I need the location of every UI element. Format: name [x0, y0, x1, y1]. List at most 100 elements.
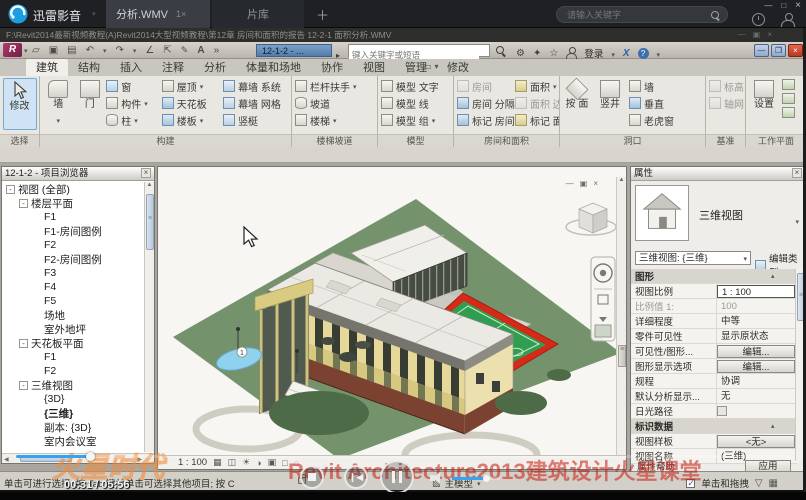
- property-value[interactable]: <无>: [717, 435, 795, 448]
- modify-button[interactable]: 修改: [3, 78, 37, 130]
- active-view-box[interactable]: 12-1-2 - ...: [256, 44, 332, 57]
- property-row[interactable]: 可见性/图形... 编辑...: [631, 344, 797, 359]
- property-row[interactable]: 视图样板 <无>: [631, 434, 797, 449]
- component-button[interactable]: 构件: [105, 95, 159, 111]
- property-row[interactable]: 日光路径: [631, 404, 797, 419]
- undo-icon[interactable]: [86, 44, 94, 58]
- ceiling-button[interactable]: 天花板: [161, 95, 220, 111]
- window-button[interactable]: 窗: [105, 78, 159, 94]
- infocenter-search-box[interactable]: [348, 44, 490, 57]
- ribbon-tab[interactable]: 插入: [110, 59, 152, 76]
- player-seekbar[interactable]: [16, 455, 790, 458]
- volume-icon[interactable]: [430, 472, 444, 484]
- roof-caret-icon[interactable]: [200, 81, 204, 92]
- infocenter-search-icon[interactable]: [496, 46, 506, 56]
- property-value[interactable]: 无: [717, 390, 795, 403]
- panel-label-room-area[interactable]: 房间和面积: [454, 134, 559, 147]
- ribbon-tab[interactable]: 注释: [152, 59, 194, 76]
- player-tab-video[interactable]: 分析.WMV 1×: [106, 0, 210, 28]
- tree-item[interactable]: {3D}: [2, 392, 145, 406]
- revit-menu-caret-icon[interactable]: [24, 47, 28, 55]
- detail-level-icon[interactable]: ▦: [213, 457, 222, 468]
- floor-caret-icon[interactable]: [200, 115, 204, 126]
- tree-item[interactable]: F4: [2, 280, 145, 294]
- show-workplane-icon[interactable]: [782, 79, 795, 90]
- ribbon-tab[interactable]: 协作: [311, 59, 353, 76]
- ribbon-tab[interactable]: 结构: [68, 59, 110, 76]
- previous-button[interactable]: ❙◀: [344, 465, 368, 489]
- property-row[interactable]: 零件可见性 显示原状态: [631, 329, 797, 344]
- mullion-button[interactable]: 竖梃: [222, 112, 289, 128]
- area-button[interactable]: 面积: [514, 78, 559, 94]
- volume-knob[interactable]: [483, 475, 490, 482]
- tag-icon[interactable]: [181, 44, 189, 58]
- property-row[interactable]: 图形: [631, 269, 797, 284]
- player-minimize-button[interactable]: [764, 1, 772, 10]
- set-workplane-button[interactable]: 设置: [748, 78, 780, 110]
- property-value[interactable]: 编辑...: [717, 345, 795, 358]
- tree-item[interactable]: F2: [2, 238, 145, 252]
- tree-expander-icon[interactable]: -: [19, 339, 28, 348]
- property-value[interactable]: 显示原状态: [717, 330, 795, 343]
- drawing-viewport[interactable]: 1: [157, 166, 627, 470]
- visual-style-icon[interactable]: ◫: [228, 457, 237, 468]
- viewport-vertical-scrollbar[interactable]: ▲: [616, 177, 626, 455]
- save-icon[interactable]: [49, 44, 58, 58]
- properties-close-icon[interactable]: ×: [792, 168, 802, 178]
- crop-view-icon[interactable]: ▣: [268, 457, 277, 468]
- text-icon[interactable]: [197, 44, 204, 58]
- curtain-system-button[interactable]: 幕墙 系统: [222, 78, 289, 94]
- shaft-button[interactable]: 竖井: [594, 78, 626, 110]
- property-value[interactable]: 编辑...: [717, 360, 795, 373]
- view-cube[interactable]: [566, 203, 616, 235]
- room-separator-button[interactable]: 房间 分隔: [456, 95, 512, 111]
- wall-caret-icon[interactable]: [56, 110, 60, 128]
- stair-button[interactable]: 楼梯: [294, 112, 358, 128]
- property-row[interactable]: 视图比例 1 : 100: [631, 284, 797, 299]
- revit-close-button[interactable]: ×: [788, 44, 803, 57]
- revit-minimize-button[interactable]: —: [754, 44, 769, 57]
- vertical-opening-button[interactable]: 垂直: [628, 95, 690, 111]
- ribbon-tab[interactable]: 分析: [194, 59, 236, 76]
- stair-caret-icon[interactable]: [333, 115, 337, 126]
- revit-restore-button[interactable]: ❐: [771, 44, 786, 57]
- player-new-tab-button[interactable]: ＋: [316, 5, 329, 24]
- railing-caret-icon[interactable]: [353, 81, 357, 92]
- property-value[interactable]: [717, 406, 727, 416]
- property-row[interactable]: 标识数据: [631, 419, 797, 434]
- sign-in-label[interactable]: 登录: [584, 46, 603, 60]
- property-row[interactable]: 默认分析显示... 无: [631, 389, 797, 404]
- door-button[interactable]: 门: [77, 78, 104, 110]
- redo-icon[interactable]: [116, 44, 124, 58]
- tree-expander-icon[interactable]: -: [19, 381, 28, 390]
- model-group-button[interactable]: 模型 组: [380, 112, 440, 128]
- column-caret-icon[interactable]: [134, 115, 138, 126]
- view-scale-label[interactable]: 1 : 100: [178, 457, 207, 468]
- favorites-icon[interactable]: [549, 48, 558, 59]
- measure-icon[interactable]: [145, 44, 154, 58]
- player-maximize-button[interactable]: [781, 1, 786, 10]
- pause-button[interactable]: [380, 460, 414, 494]
- revit-logo-button[interactable]: R: [3, 43, 22, 57]
- opening-by-face-button[interactable]: 按 面: [562, 78, 592, 110]
- tag-room-button[interactable]: 标记 房间: [456, 112, 512, 128]
- ribbon-tab[interactable]: 视图: [353, 59, 395, 76]
- tree-item[interactable]: F1-房间图例: [2, 224, 145, 238]
- open-icon[interactable]: [32, 44, 40, 58]
- history-clock-icon[interactable]: [752, 13, 765, 26]
- seekbar-knob[interactable]: [86, 452, 95, 461]
- browser-scroll-thumb[interactable]: [146, 194, 154, 250]
- tag-area-button[interactable]: 标记 面积: [514, 112, 559, 128]
- dormer-button[interactable]: 老虎窗: [628, 112, 690, 128]
- viewport-scroll-thumb[interactable]: [618, 345, 626, 367]
- redo-caret-icon[interactable]: [133, 44, 137, 58]
- search-icon[interactable]: [711, 11, 720, 20]
- tree-expander-icon[interactable]: -: [19, 199, 28, 208]
- view-close-icon[interactable]: ×: [593, 179, 598, 188]
- subscription-icon[interactable]: [516, 48, 525, 59]
- tree-item[interactable]: {三维}: [2, 406, 145, 420]
- toolbar-overflow-icon[interactable]: [214, 44, 220, 58]
- player-menu-caret-icon[interactable]: [92, 9, 96, 18]
- type-caret-icon[interactable]: [795, 211, 799, 229]
- property-row[interactable]: 图形显示选项 编辑...: [631, 359, 797, 374]
